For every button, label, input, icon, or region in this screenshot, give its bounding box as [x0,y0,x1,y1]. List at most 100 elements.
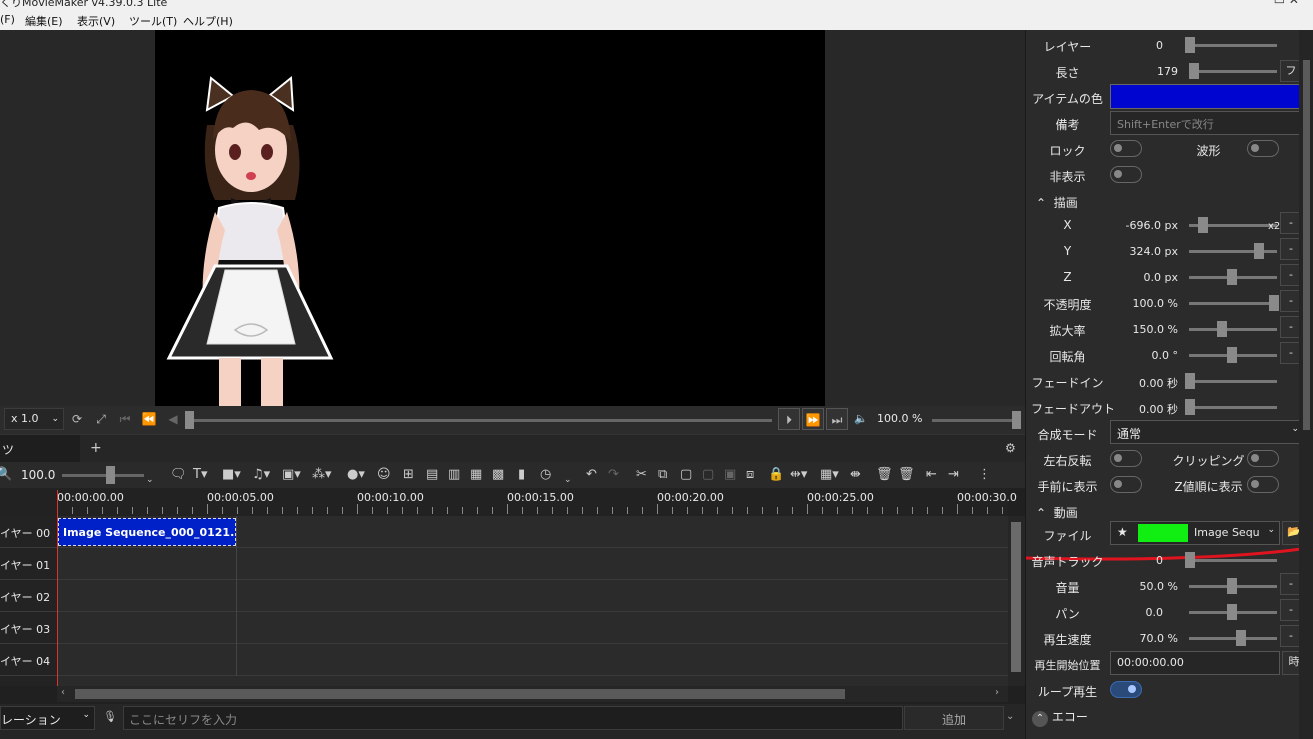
layer-lane[interactable]: イヤー 02 [0,580,1008,612]
x-value[interactable]: -696.0 px [1103,219,1178,232]
face-icon[interactable]: ☺ [377,467,391,483]
length-value[interactable]: 179 [1103,65,1178,78]
echo-section-header[interactable]: ⌃ エコー [1032,708,1088,727]
scale-slider[interactable] [1189,328,1277,331]
group-icon[interactable]: ⧈ [746,467,754,483]
person-icon[interactable]: ●▾ [347,467,365,483]
distribute-icon[interactable]: ⇼ [850,467,861,483]
fadein-slider[interactable] [1189,380,1277,383]
scroll-thumb[interactable] [1303,60,1310,430]
add-tab-icon[interactable]: + [90,440,102,456]
speaker-icon[interactable]: 🎙 [103,710,117,723]
pan-thumb[interactable] [1227,604,1237,620]
more-icon[interactable]: ⋮ [978,467,991,483]
length-slider[interactable] [1189,70,1277,73]
volume-thumb[interactable] [1227,578,1237,594]
opacity-thumb[interactable] [1269,295,1279,311]
serif-input[interactable]: ここにセリフを入力 [123,706,903,730]
front-toggle[interactable] [1110,476,1142,493]
zorder-toggle[interactable] [1247,476,1279,493]
opacity-value[interactable]: 100.0 % [1103,297,1178,310]
duplicate-icon[interactable]: ▣ [724,467,736,483]
voice-select[interactable]: レーション ⌄ [0,706,95,730]
skip-end-icon[interactable]: ⏭ [826,408,848,430]
expand-icon[interactable]: ⤢ [90,408,112,430]
gear-icon[interactable]: ⚙ [1005,441,1016,455]
arrow-left-icon[interactable]: ⇤ [926,467,937,483]
timeline-hscrollbar[interactable]: ‹ › [57,686,1008,702]
fadein-thumb[interactable] [1185,373,1195,389]
layer-slider[interactable] [1189,44,1277,47]
delete-icon[interactable]: 🗑 [876,467,893,483]
waveform-toggle[interactable] [1247,140,1279,157]
copy-icon[interactable]: ⧉ [658,467,667,483]
bookmark-icon[interactable]: ▮ [518,467,525,483]
frame-icon[interactable]: ▤ [426,467,438,483]
gallery-icon[interactable]: ▦ [470,467,482,483]
rotation-thumb[interactable] [1227,347,1237,363]
menu-tools[interactable]: ツール(T) [129,13,177,29]
star-icon[interactable]: ★ [1117,525,1128,539]
arrow-right-icon[interactable]: ⇥ [948,467,959,483]
playhead[interactable] [57,490,58,686]
fadeout-value[interactable]: 0.00 秒 [1103,401,1178,417]
pan-value[interactable]: 0.0 [1088,606,1164,619]
chevron-down-icon[interactable]: ⌄ [1006,711,1014,722]
blend-mode-select[interactable]: 通常 ⌄ [1110,420,1306,444]
layer-lane[interactable]: イヤー 03 [0,612,1008,644]
layer-lane[interactable] [0,676,1008,686]
align-icon[interactable]: ⇹▾ [790,467,807,483]
menu-file[interactable]: (F) [0,13,15,26]
scroll-left-icon[interactable]: ‹ [61,687,65,698]
clock-icon[interactable]: ◷ [540,467,551,483]
time-ruler[interactable]: 00:00:00.00 00:00:05.00 00:00:10.00 00:0… [0,488,1017,516]
seek-thumb[interactable] [185,411,194,429]
length-thumb[interactable] [1189,63,1199,79]
clipping-toggle[interactable] [1247,450,1279,467]
timeline-vscrollbar[interactable] [1008,516,1025,686]
audio-track-slider[interactable] [1189,559,1277,562]
menu-edit[interactable]: 編集(E) [25,13,63,29]
audio-track-value[interactable]: 0 [1088,554,1163,567]
item-color-swatch[interactable] [1110,84,1306,109]
scale-value[interactable]: 150.0 % [1103,323,1178,336]
speed-value[interactable]: 70.0 % [1103,632,1178,645]
cut-icon[interactable]: ✂ [636,467,647,483]
hidden-toggle[interactable] [1110,166,1142,183]
drawing-section-header[interactable]: ⌃ 描画 [1036,194,1078,211]
scroll-right-icon[interactable]: › [995,687,999,698]
add-icon[interactable]: ⊞ [403,467,414,483]
timeline-clip[interactable]: Image Sequence_000_0121.png [58,518,236,546]
text-icon[interactable]: T▾ [193,467,207,483]
add-button[interactable]: 追加 [904,706,1004,730]
x-thumb[interactable] [1198,217,1208,233]
play-icon[interactable]: ⏵ [778,408,800,430]
z-value[interactable]: 0.0 px [1103,271,1178,284]
lock-icon[interactable]: 🔒 [768,467,784,483]
flip-toggle[interactable] [1110,450,1142,467]
loop-toggle[interactable] [1110,681,1142,698]
video-section-header[interactable]: ⌃ 動画 [1036,504,1078,521]
step-back-icon[interactable]: ⏪ [138,408,160,430]
memo-input[interactable]: Shift+Enterで改行 [1110,111,1306,135]
layout-icon[interactable]: ▥ [448,467,460,483]
zoom-thumb[interactable] [106,466,115,484]
volume-value[interactable]: 50.0 % [1103,580,1178,593]
scale-thumb[interactable] [1217,321,1227,337]
fadeout-thumb[interactable] [1185,399,1195,415]
scroll-thumb[interactable] [1011,522,1021,672]
volume-slider[interactable] [932,419,1018,422]
redo-icon[interactable]: ↷ [608,467,619,483]
opacity-slider[interactable] [1189,302,1277,305]
preview-canvas[interactable] [155,30,825,406]
menu-view[interactable]: 表示(V) [77,13,115,29]
prev-frame-icon[interactable]: ◀ [162,408,184,430]
more-icon[interactable]: ⌄ [564,472,572,488]
fadein-value[interactable]: 0.00 秒 [1103,375,1178,391]
tab-timeline[interactable]: ツ [0,435,80,462]
audio-track-thumb[interactable] [1185,552,1195,568]
grid-icon[interactable]: ▩ [492,467,504,483]
volume-thumb[interactable] [1012,411,1021,429]
panel-scrollbar[interactable] [1299,30,1313,739]
start-pos-input[interactable]: 00:00:00.00 [1110,651,1280,675]
